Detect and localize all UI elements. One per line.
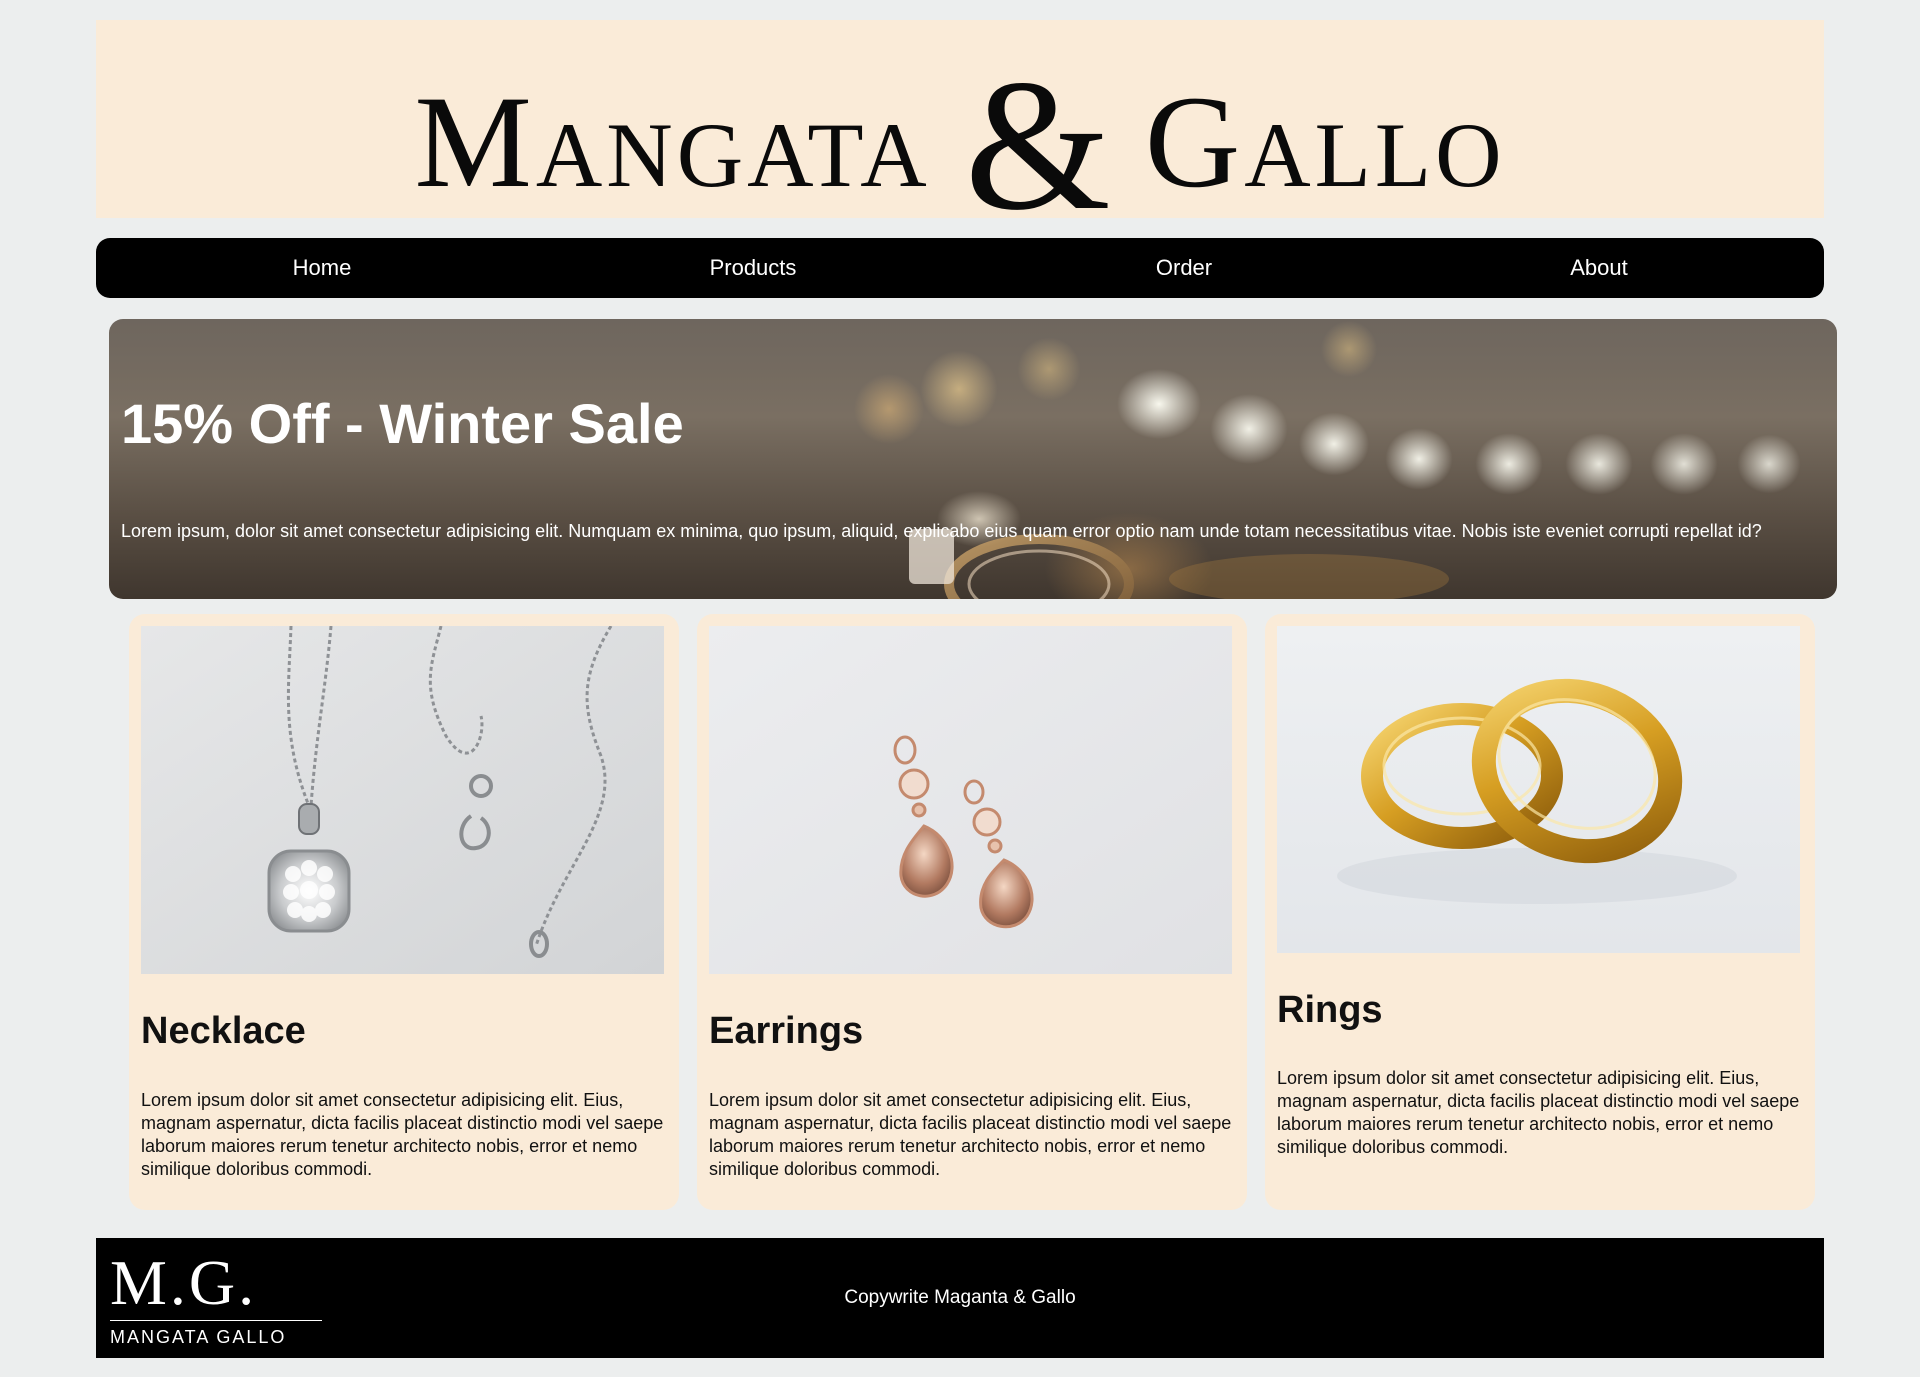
product-description-necklace: Lorem ipsum dolor sit amet consectetur a… — [141, 1090, 664, 1179]
hero-title: 15% Off - Winter Sale — [121, 392, 684, 455]
earrings-image[interactable] — [709, 626, 1232, 974]
nav-item-products[interactable]: Products — [710, 238, 797, 298]
nav-item-home[interactable]: Home — [293, 238, 352, 298]
product-title-earrings[interactable]: Earrings — [709, 1010, 863, 1053]
product-card-necklace[interactable]: Necklace Lorem ipsum dolor sit amet cons… — [129, 614, 679, 1210]
rings-image[interactable] — [1277, 626, 1800, 953]
footer-logo-subtitle: MANGATA GALLO — [110, 1327, 287, 1347]
brand-logo[interactable]: Mangata & Gallo — [414, 29, 1506, 219]
brand-ampersand: & — [964, 40, 1111, 219]
product-description-earrings: Lorem ipsum dolor sit amet consectetur a… — [709, 1090, 1232, 1179]
product-card-rings[interactable]: Rings Lorem ipsum dolor sit amet consect… — [1265, 614, 1815, 1210]
nav-item-order[interactable]: Order — [1156, 238, 1212, 298]
product-title-rings[interactable]: Rings — [1277, 989, 1383, 1032]
header-banner: Mangata & Gallo — [96, 20, 1824, 218]
product-card-earrings[interactable]: Earrings Lorem ipsum dolor sit amet cons… — [697, 614, 1247, 1210]
necklace-image[interactable] — [141, 626, 664, 974]
hero-description: Lorem ipsum, dolor sit amet consectetur … — [121, 521, 1762, 541]
product-description-rings: Lorem ipsum dolor sit amet consectetur a… — [1277, 1068, 1800, 1157]
brand-word-left: Mangata — [414, 68, 931, 215]
nav-item-about[interactable]: About — [1570, 238, 1628, 298]
footer-logo-divider — [110, 1320, 322, 1321]
footer-logo-mark: M.G. — [110, 1247, 258, 1318]
brand-word-right: Gallo — [1144, 68, 1506, 215]
hero-banner: 15% Off - Winter Sale Lorem ipsum, dolor… — [109, 319, 1837, 599]
footer-logo[interactable]: M.G. MANGATA GALLO — [110, 1248, 322, 1348]
footer-copyright: Copywrite Maganta & Gallo — [844, 1287, 1076, 1308]
product-title-necklace[interactable]: Necklace — [141, 1010, 306, 1053]
footer: M.G. MANGATA GALLO Copywrite Maganta & G… — [96, 1238, 1824, 1358]
main-nav: Home Products Order About — [96, 238, 1824, 298]
hero-jewelry-photo — [909, 529, 1449, 599]
